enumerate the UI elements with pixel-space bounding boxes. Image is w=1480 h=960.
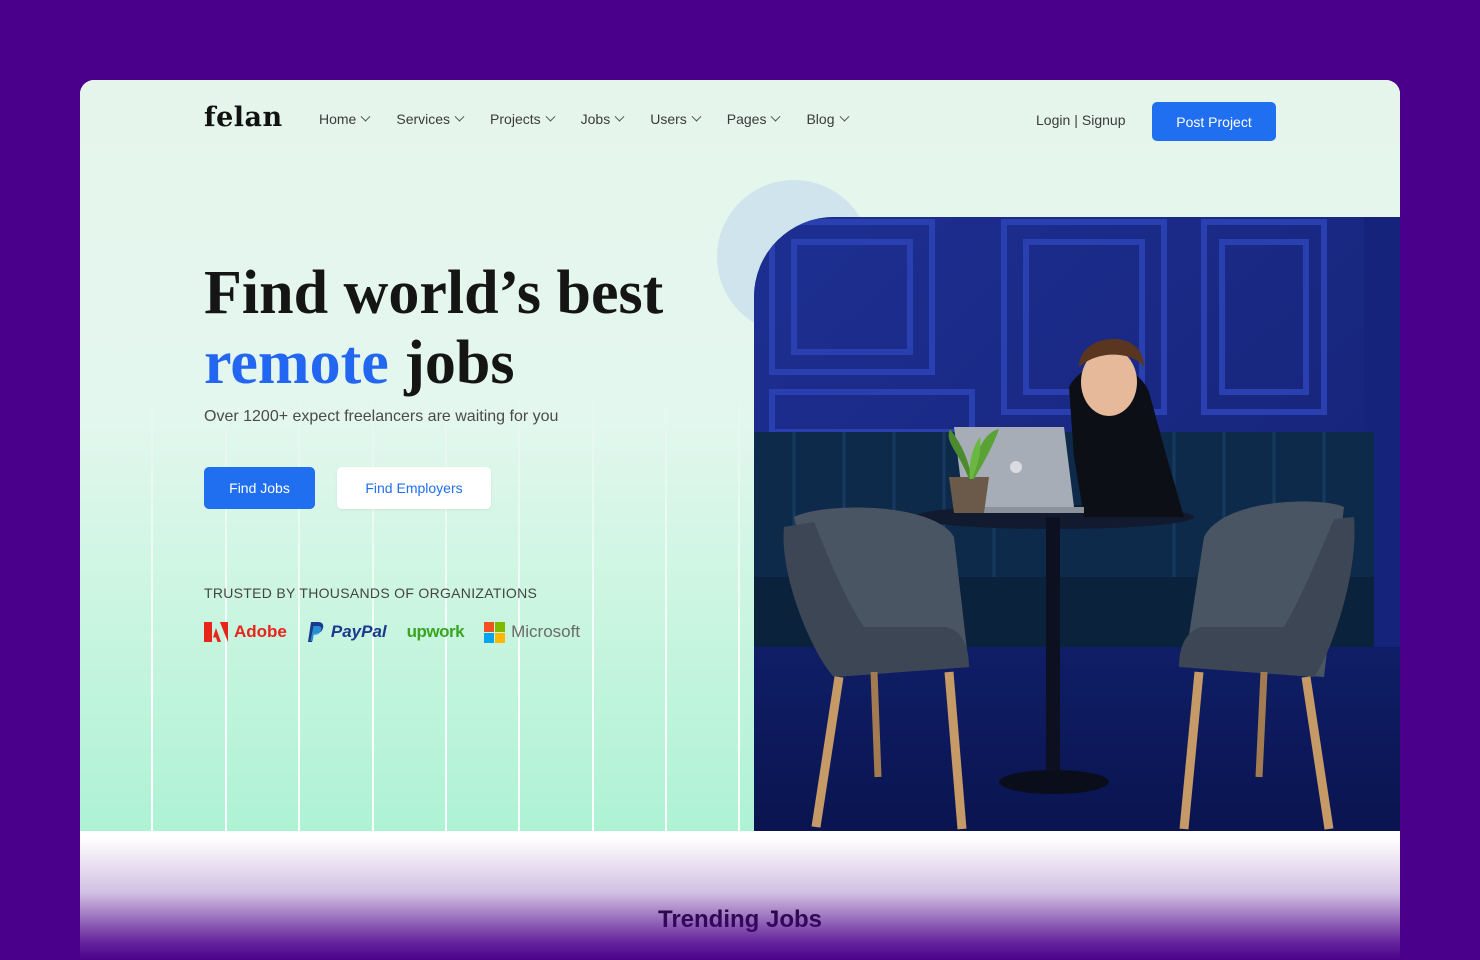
nav-item-services[interactable]: Services <box>396 111 465 127</box>
hero-section: felan Home Services Projects Jobs Users … <box>80 80 1400 831</box>
nav-item-jobs[interactable]: Jobs <box>580 111 625 127</box>
brand-name: upwork <box>406 622 465 641</box>
decor-line <box>151 380 153 831</box>
nav-item-blog[interactable]: Blog <box>806 111 849 127</box>
hero-title: Find world’s best remote jobs <box>204 258 663 398</box>
brand-logos: Adobe PayPal upwork Microsoft <box>204 621 580 643</box>
hero-title-accent: remote <box>204 329 389 397</box>
nav-item-label: Jobs <box>580 111 611 127</box>
hero-photo-illustration <box>754 217 1400 831</box>
nav-item-pages[interactable]: Pages <box>726 111 781 127</box>
login-link[interactable]: Login <box>1036 112 1070 128</box>
trending-jobs-title: Trending Jobs <box>657 906 822 933</box>
chevron-down-icon <box>360 111 371 122</box>
decor-line <box>372 380 374 831</box>
decor-line <box>665 380 667 831</box>
brand-name: Adobe <box>234 622 287 641</box>
nav-item-projects[interactable]: Projects <box>490 111 556 127</box>
chevron-down-icon <box>771 111 781 122</box>
auth-divider: | <box>1074 112 1078 128</box>
brand-name: Microsoft <box>511 622 581 641</box>
nav-item-label: Users <box>650 111 687 127</box>
site-logo[interactable]: felan <box>204 102 283 133</box>
decor-line <box>592 380 594 831</box>
trusted-label: TRUSTED BY THOUSANDS OF ORGANIZATIONS <box>204 585 538 601</box>
nav-item-label: Projects <box>490 111 541 127</box>
brand-adobe: Adobe <box>204 622 287 642</box>
hero-subtitle: Over 1200+ expect freelancers are waitin… <box>204 408 559 425</box>
chevron-down-icon <box>839 111 849 122</box>
chevron-down-icon <box>614 111 625 122</box>
nav-item-label: Home <box>319 111 357 127</box>
chevron-down-icon <box>454 111 465 122</box>
signup-link[interactable]: Signup <box>1082 112 1126 128</box>
nav-item-label: Blog <box>806 111 835 127</box>
auth-links: Login | Signup <box>1036 112 1126 128</box>
paypal-logo-icon <box>307 622 324 642</box>
nav-item-label: Services <box>396 111 451 127</box>
decor-line <box>738 380 740 831</box>
browser-frame: felan Home Services Projects Jobs Users … <box>80 80 1400 960</box>
decor-line <box>445 380 447 831</box>
find-jobs-button[interactable]: Find Jobs <box>204 467 315 509</box>
brand-name: PayPal <box>330 622 387 641</box>
chevron-down-icon <box>691 111 702 122</box>
post-project-button[interactable]: Post Project <box>1152 102 1276 141</box>
adobe-logo-icon <box>204 622 228 642</box>
decor-line <box>518 380 520 831</box>
chevron-down-icon <box>545 111 556 122</box>
brand-paypal: PayPal <box>307 621 387 643</box>
nav-item-label: Pages <box>726 111 767 127</box>
decor-line <box>298 380 300 831</box>
microsoft-logo-icon <box>484 621 506 643</box>
hero-image <box>754 217 1400 831</box>
brand-upwork: upwork <box>406 622 465 642</box>
decor-line <box>225 380 227 831</box>
brand-microsoft: Microsoft <box>484 621 581 643</box>
main-nav: Home Services Projects Jobs Users Pages … <box>319 111 849 127</box>
hero-title-line1: Find world’s best <box>204 259 664 327</box>
find-employers-button[interactable]: Find Employers <box>337 467 491 509</box>
hero-title-rest: jobs <box>404 329 515 397</box>
nav-item-home[interactable]: Home <box>319 111 371 127</box>
nav-item-users[interactable]: Users <box>650 111 702 127</box>
